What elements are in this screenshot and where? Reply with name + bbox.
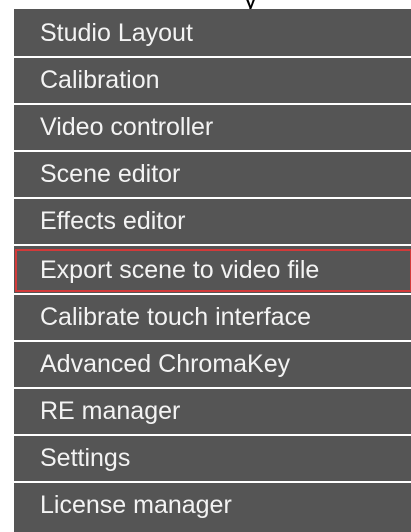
main-menu: y Studio Layout Calibration Video contro… bbox=[14, 0, 411, 532]
menu-item-settings[interactable]: Settings bbox=[14, 436, 411, 483]
menu-item-calibration[interactable]: Calibration bbox=[14, 58, 411, 105]
cropped-header: y bbox=[14, 0, 411, 9]
menu-item-effects-editor[interactable]: Effects editor bbox=[14, 199, 411, 246]
menu-item-studio-layout[interactable]: Studio Layout bbox=[14, 11, 411, 58]
menu-item-export-scene-to-video-file[interactable]: Export scene to video file bbox=[14, 248, 411, 295]
menu-item-calibrate-touch-interface[interactable]: Calibrate touch interface bbox=[14, 295, 411, 342]
cropped-header-text: y bbox=[244, 0, 257, 9]
menu-item-re-manager[interactable]: RE manager bbox=[14, 389, 411, 436]
menu-item-scene-editor[interactable]: Scene editor bbox=[14, 152, 411, 199]
menu-item-video-controller[interactable]: Video controller bbox=[14, 105, 411, 152]
menu-item-license-manager[interactable]: License manager bbox=[14, 483, 411, 530]
menu-item-advanced-chromakey[interactable]: Advanced ChromaKey bbox=[14, 342, 411, 389]
